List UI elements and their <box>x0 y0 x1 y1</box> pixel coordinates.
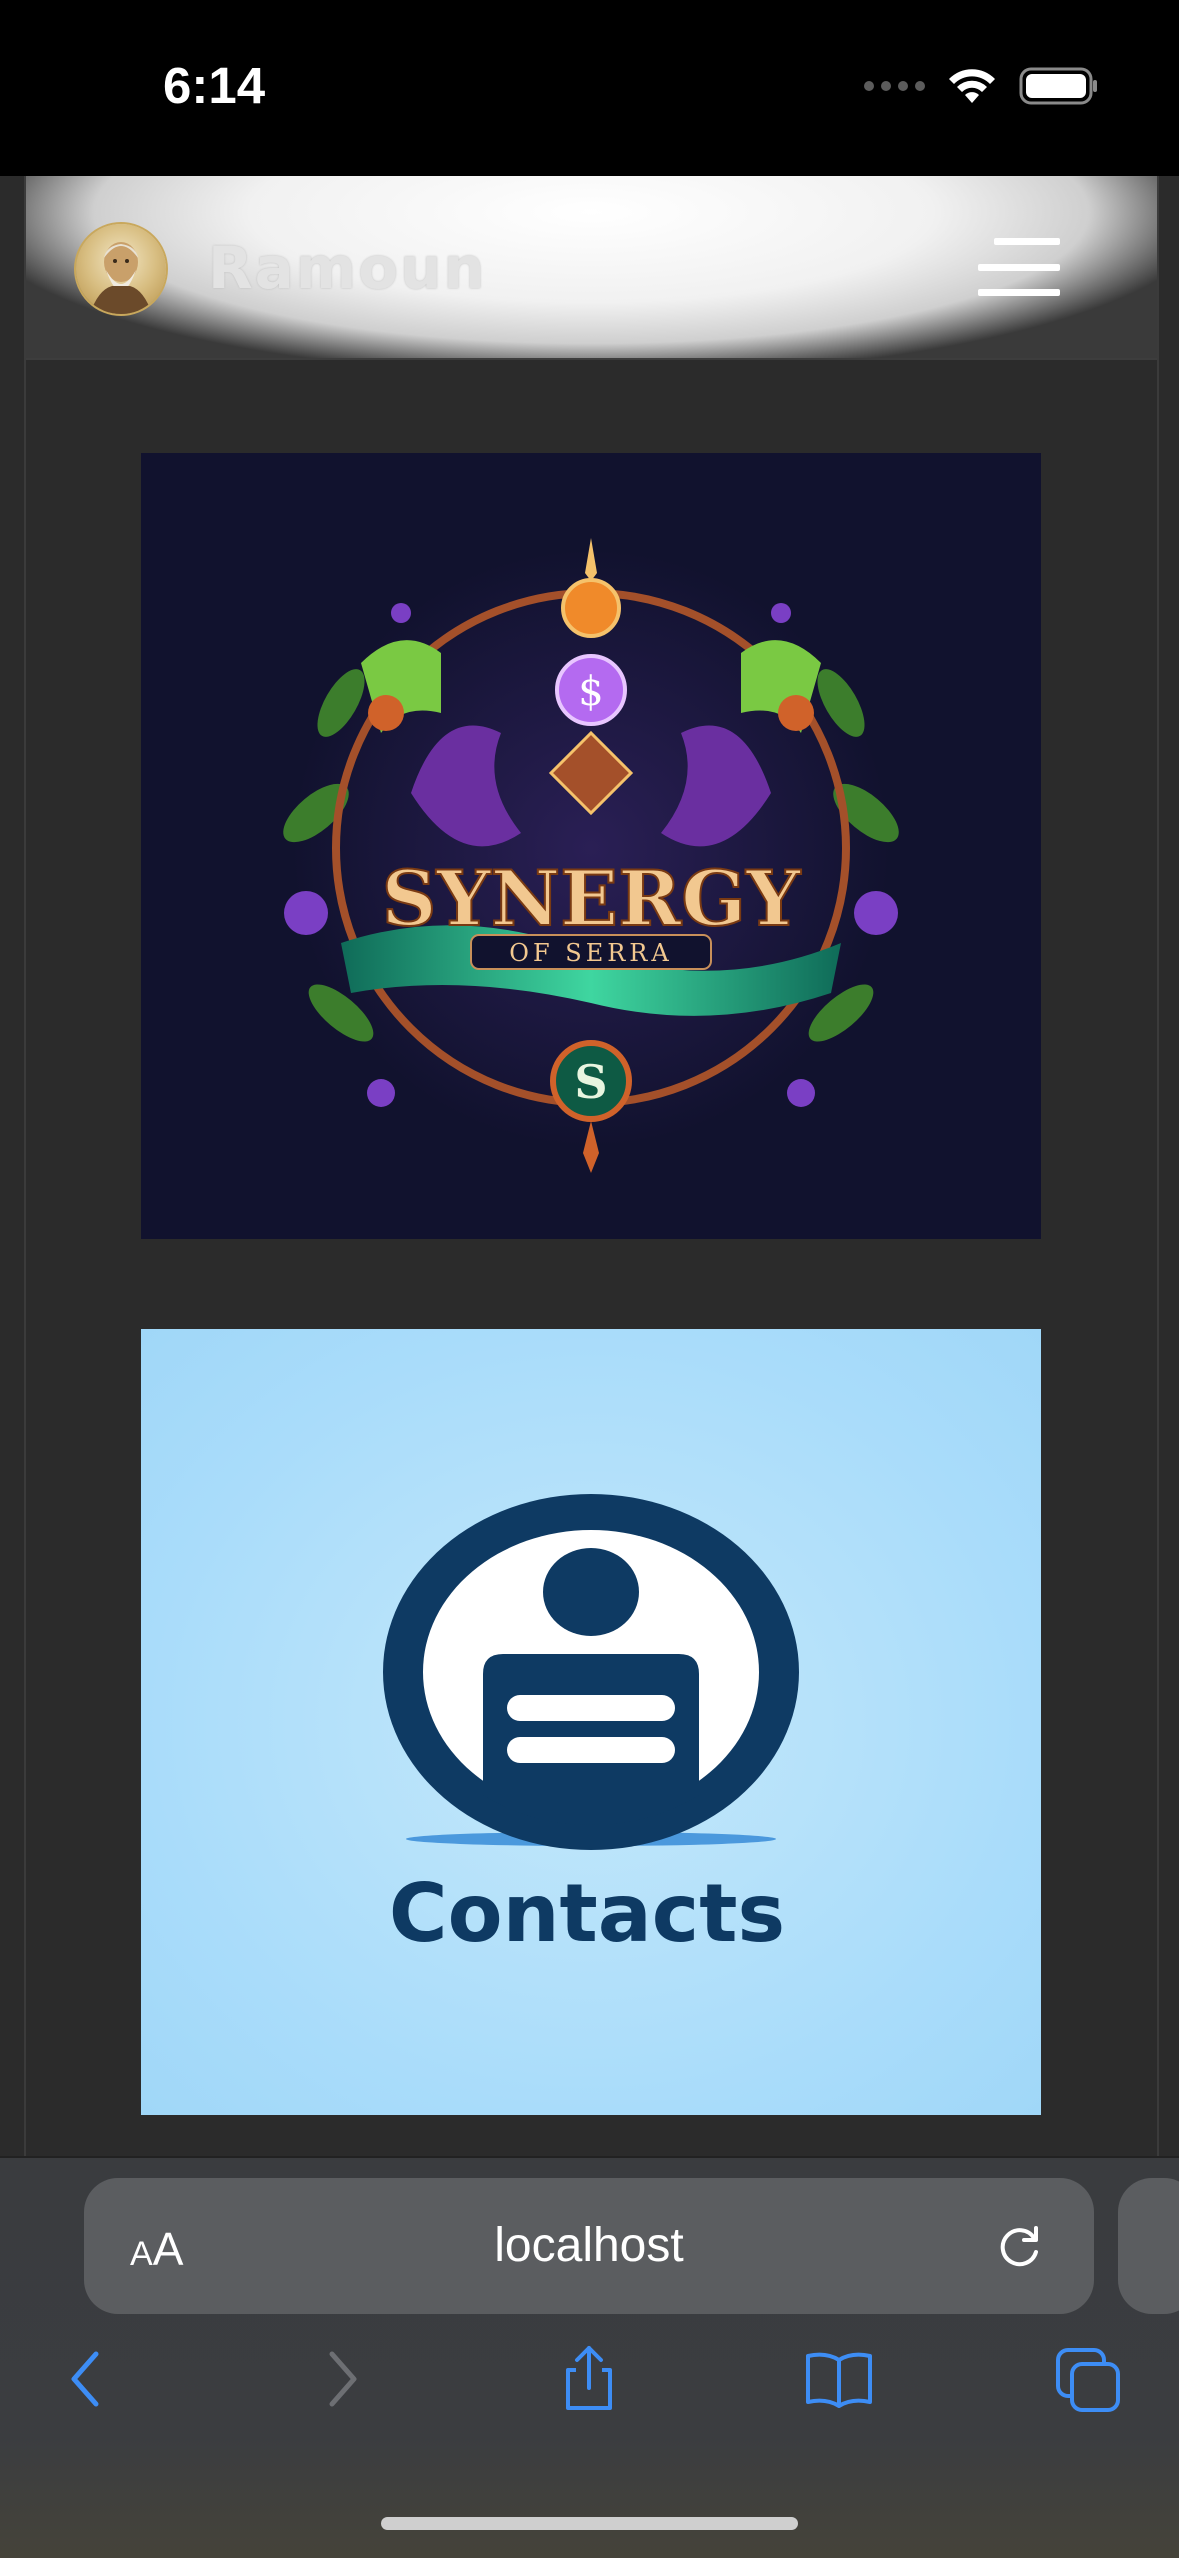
project-card-synergy[interactable]: $ SYNERGY OF SERRA S <box>141 453 1041 1239</box>
web-page: Ramoun $ SYNERGY OF SERRA S Contacts <box>24 176 1159 2156</box>
site-navbar: Ramoun <box>26 176 1157 360</box>
avatar[interactable] <box>76 224 166 314</box>
share-icon[interactable] <box>554 2344 624 2414</box>
status-bar: 6:14 <box>0 0 1179 176</box>
synergy-title-text: SYNERGY <box>382 854 802 943</box>
cellular-signal-icon <box>864 81 925 91</box>
home-indicator[interactable] <box>381 2517 798 2530</box>
next-tab-peek[interactable] <box>1118 2178 1179 2314</box>
hamburger-menu-icon[interactable] <box>978 238 1060 296</box>
battery-icon <box>1019 67 1097 105</box>
contacts-logo-image: Contacts <box>383 1494 799 1960</box>
forward-icon[interactable] <box>306 2344 376 2414</box>
avatar-portrait <box>90 242 152 314</box>
address-bar[interactable]: AA localhost <box>84 2178 1094 2314</box>
contacts-label: Contacts <box>389 1867 785 1960</box>
browser-bottom-bar: AA localhost <box>0 2156 1179 2558</box>
brand-name[interactable]: Ramoun <box>208 234 487 302</box>
project-card-contacts[interactable]: Contacts <box>141 1329 1041 2115</box>
bookmarks-icon[interactable] <box>804 2344 874 2414</box>
synergy-emblem-letter: S <box>574 1055 607 1109</box>
reload-icon[interactable] <box>994 2220 1046 2272</box>
synergy-emblem-image: $ SYNERGY OF SERRA S <box>141 453 1041 1239</box>
synergy-subtitle-text: OF SERRA <box>509 939 672 967</box>
status-icons <box>864 66 1099 106</box>
url-text[interactable]: localhost <box>84 2218 1094 2273</box>
back-icon[interactable] <box>52 2344 122 2414</box>
status-time: 6:14 <box>163 57 266 114</box>
wifi-icon <box>949 69 995 103</box>
tabs-icon[interactable] <box>1054 2344 1124 2414</box>
svg-text:$: $ <box>578 669 603 715</box>
